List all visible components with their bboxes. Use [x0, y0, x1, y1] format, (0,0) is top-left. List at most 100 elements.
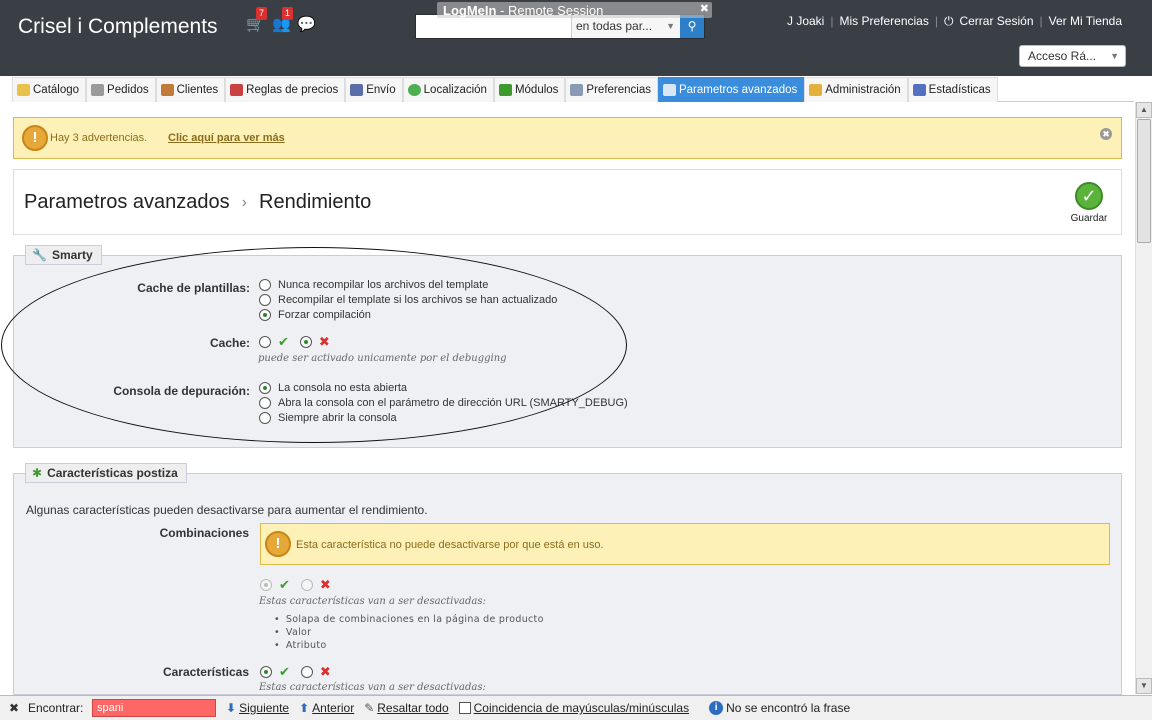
quick-access-select[interactable]: Acceso Rá... ▼ [1019, 45, 1126, 67]
combinations-warning-text: Esta característica no puede desactivars… [296, 539, 604, 551]
tab-preferences[interactable]: Preferencias [565, 77, 658, 102]
find-status-text: No se encontró la frase [726, 701, 851, 715]
option-label: Abra la consola con el parámetro de dire… [278, 397, 628, 409]
cache-hint: puede ser activado unicamente por el deb… [258, 353, 507, 364]
show-warnings-link[interactable]: Clic aquí para ver más [168, 132, 285, 144]
close-icon[interactable]: ✖ [1100, 128, 1112, 140]
view-shop-link[interactable]: Ver Mi Tienda [1049, 14, 1122, 29]
tab-price-rules[interactable]: Reglas de precios [225, 77, 346, 102]
save-button[interactable]: ✓ Guardar [1069, 182, 1109, 224]
orders-notification[interactable]: 🛒 7 [246, 7, 268, 33]
radio-button[interactable] [259, 397, 271, 409]
cache-on-radio[interactable] [259, 336, 271, 348]
features-legend-label: Características postiza [47, 466, 178, 480]
chevron-down-icon: ▼ [666, 21, 675, 31]
option-label: Siempre abrir la consola [278, 412, 397, 424]
divider: | [830, 14, 834, 28]
check-icon: ✔ [279, 577, 290, 592]
customers-notification[interactable]: 👥 1 [272, 7, 294, 33]
cache-off-radio[interactable] [299, 336, 312, 348]
tab-stats[interactable]: Estadísticas [907, 77, 998, 102]
radio-button[interactable] [259, 382, 271, 394]
tab-label: Pedidos [107, 84, 149, 96]
search-button[interactable]: ⚲ [680, 15, 704, 38]
radio-button[interactable] [259, 412, 271, 424]
tab-label: Módulos [514, 84, 559, 96]
characteristics-label: Características [162, 665, 249, 679]
highlighter-icon: ✎ [364, 701, 375, 715]
features-intro: Algunas características pueden desactiva… [26, 503, 428, 517]
smarty-legend-label: Smarty [51, 248, 93, 262]
page-title-bar: Parametros avanzados › Rendimiento ✓ Gua… [13, 169, 1122, 235]
find-input[interactable]: spani [92, 699, 216, 717]
quick-access-value: Acceso Rá... [1028, 49, 1097, 63]
truck-icon [350, 84, 364, 96]
warnings-count-text: Hay 3 advertencias. [50, 132, 148, 144]
debug-console-label: Consola de depuración: [113, 384, 250, 398]
warnings-banner: ! Hay 3 advertencias. Clic aquí para ver… [13, 117, 1122, 159]
search-icon: ⚲ [687, 19, 697, 33]
find-prev-button[interactable]: ⬆ Anterior [299, 701, 354, 715]
option-label: Forzar compilación [278, 309, 371, 321]
warning-icon: ! [22, 125, 48, 151]
tab-modules[interactable]: Módulos [493, 77, 566, 102]
logmein-title: LogMeIn [443, 3, 497, 18]
page-title: Rendimiento [259, 191, 372, 213]
close-icon[interactable]: ✖ [0, 701, 28, 715]
cache-templates-option-force[interactable]: Forzar compilación [259, 309, 371, 321]
cache-templates-option-never[interactable]: Nunca recompilar los archivos del templa… [259, 279, 488, 291]
shop-name[interactable]: Crisel i Complements [18, 15, 218, 39]
tab-label: Catálogo [33, 84, 80, 96]
tab-orders[interactable]: Pedidos [86, 77, 156, 102]
console-option-url-param[interactable]: Abra la consola con el parámetro de dire… [259, 397, 628, 409]
arrow-down-icon: ⬇ [226, 701, 237, 715]
smarty-legend: 🔧 Smarty [25, 245, 102, 265]
top-links: J Joaki | Mis Preferencias | ⏻ Cerrar Se… [787, 14, 1122, 29]
radio-button[interactable] [259, 294, 271, 306]
preferences-link[interactable]: Mis Preferencias [839, 14, 928, 29]
tab-localization[interactable]: Localización [402, 77, 494, 102]
puzzle-icon [498, 84, 512, 96]
characteristics-on-radio[interactable] [260, 666, 272, 678]
match-case-label: Coincidencia de mayúsculas/minúsculas [473, 701, 690, 715]
user-name[interactable]: J Joaki [787, 14, 824, 29]
cache-templates-option-recompile[interactable]: Recompilar el template si los archivos s… [259, 294, 557, 306]
combinations-off-radio [300, 579, 313, 591]
warning-icon: ! [265, 531, 291, 557]
find-next-button[interactable]: ⬇ Siguiente [226, 701, 289, 715]
cross-icon: ✖ [318, 334, 330, 349]
combinations-deactivate-note: Estas características van a ser desactiv… [259, 596, 486, 607]
option-label: La consola no esta abierta [278, 382, 408, 394]
tab-shipping[interactable]: Envío [345, 77, 403, 102]
console-option-always[interactable]: Siempre abrir la consola [259, 412, 397, 424]
messages-notification[interactable]: 💬 [297, 15, 316, 33]
chevron-right-icon: › [241, 193, 247, 211]
characteristics-off-radio[interactable] [300, 666, 313, 678]
list-item: Valor [274, 627, 544, 638]
highlight-all-button[interactable]: ✎ Resaltar todo [364, 701, 448, 715]
tab-customers[interactable]: Clientes [155, 77, 226, 102]
combinations-features-list: Solapa de combinaciones en la página de … [274, 614, 544, 653]
console-option-closed[interactable]: La consola no esta abierta [259, 382, 407, 394]
radio-button[interactable] [259, 309, 271, 321]
find-bar: ✖ Encontrar: spani ⬇ Siguiente ⬆ Anterior … [0, 695, 1152, 720]
scroll-thumb[interactable] [1137, 119, 1151, 243]
tab-advanced-parameters[interactable]: Parametros avanzados [657, 77, 805, 102]
cross-icon: ✖ [319, 577, 331, 592]
tab-catalog[interactable]: Catálogo [12, 77, 87, 102]
radio-button[interactable] [259, 279, 271, 291]
breadcrumb-section[interactable]: Parametros avanzados [24, 191, 230, 214]
checkbox[interactable] [458, 702, 471, 714]
tab-administration[interactable]: Administración [804, 77, 908, 102]
search-scope-select[interactable]: en todas par... ▼ [571, 15, 681, 38]
scroll-down-arrow-icon[interactable]: ▼ [1136, 678, 1152, 694]
checkmark-icon: ✓ [1075, 182, 1103, 210]
close-icon[interactable]: ✖ [700, 0, 709, 18]
page-scrollbar[interactable]: ▲ ▼ [1135, 102, 1152, 694]
logout-link[interactable]: Cerrar Sesión [959, 14, 1033, 29]
check-icon: ✔ [279, 664, 290, 679]
match-case-checkbox[interactable]: Coincidencia de mayúsculas/minúsculas [458, 701, 690, 715]
find-next-label: Siguiente [239, 701, 290, 715]
folder-icon [17, 84, 30, 96]
scroll-up-arrow-icon[interactable]: ▲ [1136, 102, 1152, 118]
